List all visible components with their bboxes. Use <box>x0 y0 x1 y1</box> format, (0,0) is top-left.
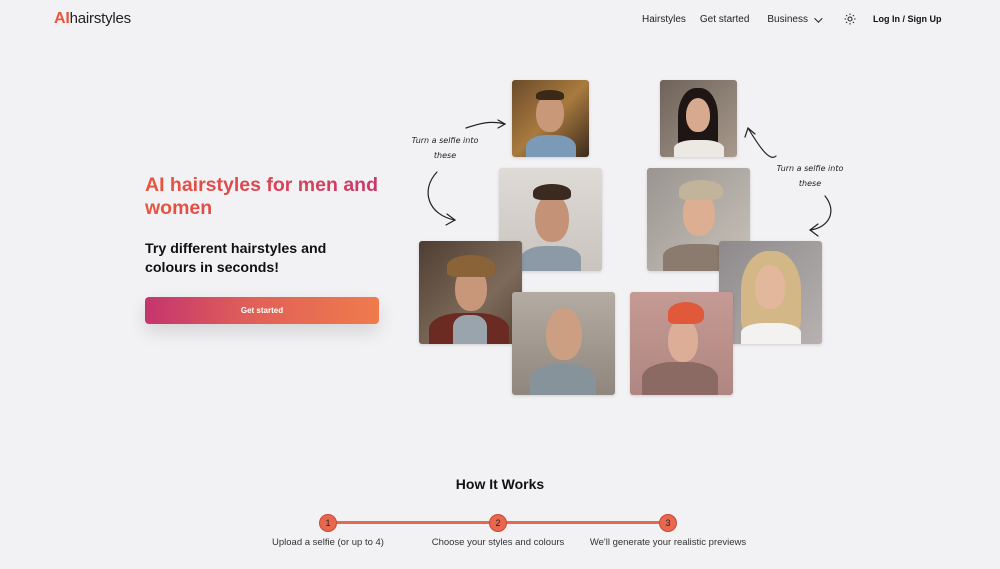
photo-woman-selfie <box>660 80 737 157</box>
step-1-number: 1 <box>319 514 337 532</box>
sun-icon[interactable] <box>844 13 856 25</box>
how-it-works-title: How It Works <box>455 476 545 492</box>
photo-man-selfie <box>512 80 589 157</box>
nav-hairstyles[interactable]: Hairstyles <box>642 14 686 25</box>
photo-woman-wavy-blonde <box>719 241 822 344</box>
nav-business-dropdown[interactable]: Business <box>767 13 823 25</box>
chevron-down-icon <box>814 13 823 23</box>
photo-man-bald <box>512 292 615 395</box>
nav-business-label: Business <box>767 14 808 25</box>
site-logo[interactable]: AI hairstyles <box>54 10 131 28</box>
login-signup-link[interactable]: Log In / Sign Up <box>873 14 942 24</box>
hero-title: AI hairstyles for men and women <box>145 174 395 220</box>
annotation-right: Turn a selfie into these <box>776 164 844 188</box>
get-started-button[interactable]: Get started <box>145 297 379 324</box>
step-3-number: 3 <box>659 514 677 532</box>
hero-subtitle: Try different hairstyles and colours in … <box>145 241 327 276</box>
arrow-top-left-icon <box>465 121 506 129</box>
annotation-left: Turn a selfie into these <box>411 136 479 160</box>
arrow-down-left-icon <box>427 171 456 221</box>
main-nav: Hairstyles Get started Business <box>642 13 840 25</box>
photo-man-long-hair <box>419 241 522 344</box>
site-header: AI hairstyles Hairstyles Get started Bus… <box>0 0 1000 40</box>
step-2-number: 2 <box>489 514 507 532</box>
photo-woman-red-undercut <box>630 292 733 395</box>
logo-ai: AI <box>54 10 70 27</box>
arrow-down-right-icon <box>809 195 832 231</box>
nav-get-started[interactable]: Get started <box>700 14 749 25</box>
step-3-label: We'll generate your realistic previews <box>589 537 747 548</box>
arrow-top-right-icon <box>747 127 777 158</box>
logo-text: hairstyles <box>69 10 132 27</box>
